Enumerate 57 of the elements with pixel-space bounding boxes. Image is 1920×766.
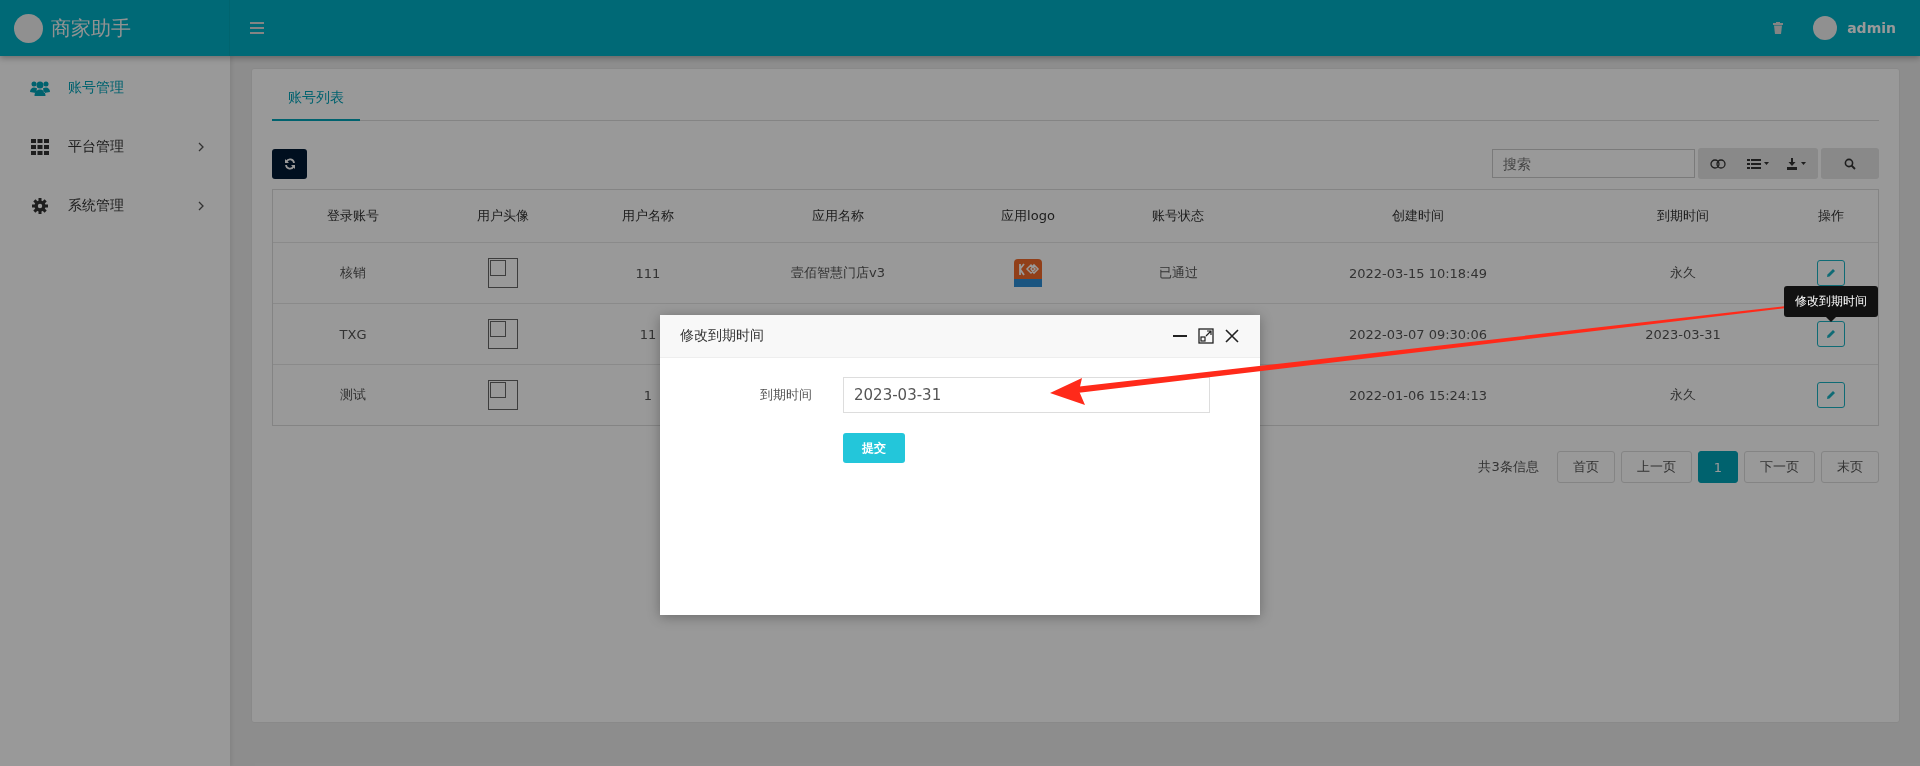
search-button[interactable] <box>1821 148 1879 179</box>
table-cell: 2022-03-15 10:18:49 <box>1348 265 1488 281</box>
sidebar-item[interactable]: 平台管理 <box>0 117 230 176</box>
tooltip-pointer-icon <box>1825 317 1836 322</box>
column-header: 应用logo <box>1001 207 1055 225</box>
table-cell: 壹佰智慧门店v3 <box>791 264 885 282</box>
column-header: 用户名称 <box>622 207 674 225</box>
column-header: 账号状态 <box>1152 207 1204 225</box>
edit-button[interactable] <box>1816 260 1845 286</box>
settings-icon <box>30 197 50 214</box>
field-label: 到期时间 <box>759 386 812 404</box>
record-count: 共3条信息 <box>1478 458 1539 476</box>
refresh-icon <box>283 157 296 170</box>
pencil-icon <box>1825 329 1836 339</box>
close-icon[interactable] <box>1224 328 1240 344</box>
date-field[interactable]: 2023-03-31 <box>843 377 1210 413</box>
broken-image-icon <box>488 258 518 288</box>
dialog-title: 修改到期时间 <box>680 327 764 345</box>
grid-icon <box>30 138 50 155</box>
edit-button[interactable] <box>1816 321 1845 347</box>
table-cell: 永久 <box>1670 264 1696 282</box>
tab[interactable]: 账号列表 <box>272 81 360 121</box>
column-header: 操作 <box>1817 207 1844 225</box>
table-cell: 2022-01-06 15:24:13 <box>1348 387 1488 403</box>
sidebar-item[interactable]: 系统管理 <box>0 176 230 235</box>
refresh-button[interactable] <box>272 148 307 179</box>
table-cell: 永久 <box>1670 386 1696 404</box>
logo-icon <box>14 13 43 43</box>
column-header: 登录账号 <box>327 207 379 225</box>
pencil-icon <box>1825 268 1836 278</box>
search-field[interactable]: 搜索 <box>1492 149 1695 178</box>
column-header: 用户头像 <box>477 207 529 225</box>
column-header: 到期时间 <box>1657 207 1709 225</box>
page-button[interactable]: 首页 <box>1556 451 1615 483</box>
tooltip: 修改到期时间 <box>1783 286 1878 317</box>
table-cell: 11 <box>639 326 657 342</box>
page-button[interactable]: 末页 <box>1821 451 1879 483</box>
maximize-icon[interactable] <box>1198 328 1214 344</box>
search-icon <box>1844 157 1856 170</box>
table-cell: 核销 <box>340 264 366 282</box>
broken-image-icon <box>488 319 518 349</box>
column-header: 创建时间 <box>1392 207 1444 225</box>
edit-button[interactable] <box>1816 382 1845 408</box>
users-icon <box>30 79 50 96</box>
table-cell: 1 <box>643 387 653 403</box>
table-cell: 测试 <box>340 386 366 404</box>
pencil-icon <box>1825 390 1836 400</box>
sidebar-item[interactable]: 账号管理 <box>0 58 230 117</box>
broken-image-icon <box>488 380 518 410</box>
page-button[interactable]: 1 <box>1697 451 1738 483</box>
brand-name: 商家助手 <box>51 14 131 42</box>
table-cell: 2023-03-31 <box>1645 326 1721 342</box>
table-cell: TXG <box>339 326 367 342</box>
table-cell: 已通过 <box>1158 264 1198 282</box>
table-cell: 111 <box>635 265 661 281</box>
table-cell: 2022-03-07 09:30:06 <box>1348 326 1488 342</box>
column-header: 应用名称 <box>812 207 864 225</box>
